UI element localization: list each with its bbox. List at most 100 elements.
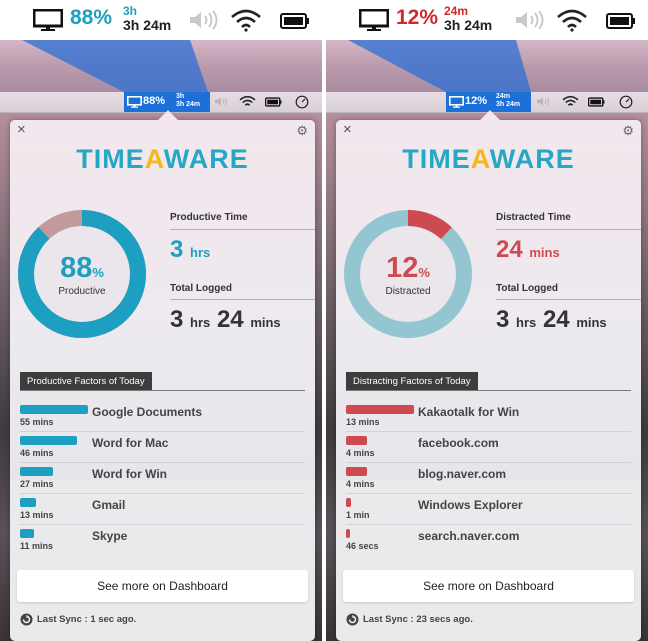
section-divider — [20, 390, 305, 391]
distracted-time-value: 24 mins — [496, 236, 560, 264]
factor-time-bar — [20, 529, 34, 538]
battery-icon[interactable] — [265, 97, 282, 107]
logo-time: TIME — [76, 144, 145, 174]
timeaware-popover: × ⚙ TIMEAWARE 12% Distracted Distracted … — [336, 110, 641, 641]
total-hours-unit: hrs — [190, 315, 211, 330]
donut-percent: 12% — [344, 252, 472, 285]
menubar-time-stack: 3h 3h 24m — [176, 93, 200, 109]
factor-row[interactable]: 55 mins Google Documents — [20, 400, 305, 432]
monitor-icon — [33, 9, 63, 31]
monitor-icon — [127, 96, 142, 108]
timeaware-logo: TIMEAWARE — [336, 144, 641, 175]
factor-time-bar — [20, 436, 77, 445]
factor-time-bar — [346, 498, 352, 507]
divider — [170, 299, 315, 300]
factor-name: Gmail — [92, 498, 126, 512]
factor-row[interactable]: 46 mins Word for Mac — [20, 431, 305, 463]
menubar: 12% 24m 3h 24m — [326, 92, 648, 113]
menubar-percent: 12% — [465, 95, 488, 107]
battery-icon[interactable] — [588, 97, 605, 107]
factor-row[interactable]: 4 mins facebook.com — [346, 431, 631, 463]
section-divider — [346, 390, 631, 391]
logo-ware: WARE — [163, 144, 249, 174]
factor-row[interactable]: 4 mins blog.naver.com — [346, 462, 631, 494]
factor-name: search.naver.com — [418, 529, 520, 543]
total-mins-unit: mins — [576, 315, 607, 330]
factor-time: 13 mins — [20, 510, 54, 520]
total-mins-unit: mins — [250, 315, 281, 330]
zoom-beam — [22, 40, 208, 92]
volume-icon[interactable] — [536, 95, 554, 108]
factor-time: 46 secs — [346, 541, 379, 551]
total-logged-label: Total Logged — [170, 283, 233, 294]
donut-percent-number: 88 — [60, 252, 93, 284]
gear-icon[interactable]: ⚙ — [622, 123, 634, 139]
timeaware-menubar-button[interactable]: 88% 3h 3h 24m — [124, 92, 210, 112]
sync-icon[interactable] — [20, 613, 33, 626]
see-dashboard-button[interactable]: See more on Dashboard — [17, 570, 308, 602]
donut-percent-number: 12 — [386, 252, 419, 284]
productive-time-label: Productive Time — [170, 212, 248, 223]
factor-time: 13 mins — [346, 417, 380, 427]
donut-label: Productive — [58, 286, 106, 297]
see-dashboard-button[interactable]: See more on Dashboard — [343, 570, 634, 602]
factor-row[interactable]: 11 mins Skype — [20, 524, 305, 555]
distracted-screenshot: 12% 24m 3h 24m 12% 24m 3h 24m × ⚙ TIMEAW… — [326, 0, 648, 641]
zoomed-time-short: 3h — [123, 4, 138, 18]
factor-row[interactable]: 46 secs search.naver.com — [346, 524, 631, 555]
divider — [496, 229, 641, 230]
timeaware-menubar-button[interactable]: 12% 24m 3h 24m — [446, 92, 531, 112]
donut-label: Distracted — [385, 286, 431, 297]
productive-screenshot: 88% 3h 3h 24m 88% 3h 3h 24m × ⚙ TIMEAWAR… — [0, 0, 322, 641]
volume-icon[interactable] — [214, 95, 232, 108]
battery-icon — [280, 13, 309, 29]
factor-name: Kakaotalk for Win — [418, 405, 520, 419]
zoomed-time-logged: 3h 24m — [123, 17, 172, 33]
divider — [170, 229, 315, 230]
total-logged-value: 3 hrs 24 mins — [496, 306, 607, 334]
clock-icon[interactable] — [619, 95, 633, 109]
menubar-time-short: 24m — [496, 93, 511, 100]
close-icon[interactable]: × — [17, 121, 26, 138]
close-icon[interactable]: × — [343, 121, 352, 138]
wifi-icon[interactable] — [239, 95, 256, 108]
zoomed-time-logged: 3h 24m — [444, 17, 493, 33]
factor-name: Skype — [92, 529, 128, 543]
factors-section-title: Productive Factors of Today — [20, 372, 152, 391]
total-mins: 24 — [542, 306, 570, 333]
divider — [496, 299, 641, 300]
factor-time: 4 mins — [346, 448, 375, 458]
battery-icon — [606, 13, 635, 29]
factor-time: 27 mins — [20, 479, 54, 489]
clock-icon[interactable] — [295, 95, 309, 109]
factor-time-bar — [346, 436, 367, 445]
factor-time-bar — [346, 529, 351, 538]
factor-row[interactable]: 27 mins Word for Win — [20, 462, 305, 494]
factor-name: Word for Mac — [92, 436, 169, 450]
gear-icon[interactable]: ⚙ — [296, 123, 308, 139]
total-hours: 3 — [496, 306, 510, 333]
distracted-time-label: Distracted Time — [496, 212, 571, 223]
zoomed-time-stack: 24m 3h 24m — [444, 4, 492, 32]
factor-name: blog.naver.com — [418, 467, 507, 481]
zoomed-menubar: 12% 24m 3h 24m — [326, 0, 648, 40]
factors-section-title: Distracting Factors of Today — [346, 372, 478, 391]
monitor-icon — [359, 9, 389, 31]
zoomed-menubar: 88% 3h 3h 24m — [0, 0, 322, 40]
logo-ware: WARE — [489, 144, 575, 174]
zoomed-time-short: 24m — [444, 4, 469, 18]
monitor-icon — [449, 96, 464, 108]
factor-name: Google Documents — [92, 405, 203, 419]
donut-percent-sign: % — [418, 265, 430, 280]
productive-time-number: 3 — [170, 236, 184, 263]
sync-icon[interactable] — [346, 613, 359, 626]
factor-name: facebook.com — [418, 436, 499, 450]
factor-time-bar — [346, 405, 414, 414]
factor-row[interactable]: 1 min Windows Explorer — [346, 493, 631, 525]
wifi-icon — [231, 9, 261, 32]
factor-row[interactable]: 13 mins Gmail — [20, 493, 305, 525]
wifi-icon[interactable] — [562, 95, 579, 108]
total-logged-label: Total Logged — [496, 283, 559, 294]
zoom-beam — [348, 40, 531, 92]
factor-row[interactable]: 13 mins Kakaotalk for Win — [346, 400, 631, 432]
